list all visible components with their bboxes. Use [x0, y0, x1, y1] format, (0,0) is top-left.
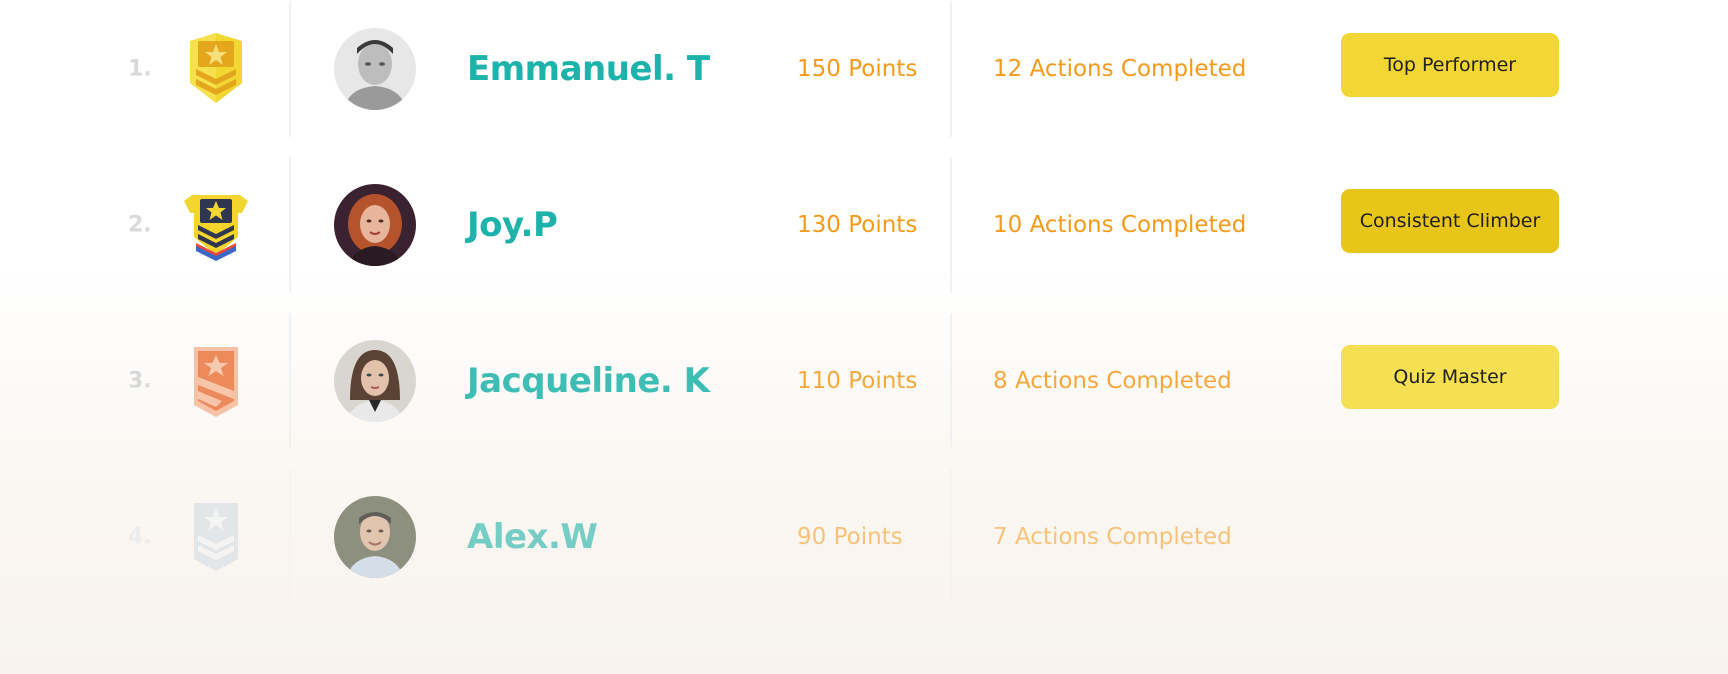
column-divider [289, 469, 291, 605]
tag-top-performer-button[interactable]: Top Performer [1341, 33, 1559, 97]
avatar [334, 184, 416, 266]
column-divider [950, 313, 952, 449]
points-value: 110 Points [797, 368, 918, 394]
silver-star-chevron-badge-icon [182, 499, 250, 575]
member-name: Alex.W [467, 517, 598, 557]
gold-star-chevron-badge-icon [182, 31, 250, 107]
tag-quiz-master-button[interactable]: Quiz Master [1341, 345, 1559, 409]
column-divider [289, 157, 291, 293]
member-name: Jacqueline. K [467, 361, 710, 401]
points-value: 150 Points [797, 56, 918, 82]
actions-completed: 10 Actions Completed [993, 212, 1247, 238]
bronze-star-shield-badge-icon [182, 343, 250, 419]
column-divider [950, 157, 952, 293]
leaderboard-row: 4. Alex.W 90 Points 7 Actions Completed [0, 469, 1728, 605]
actions-completed: 8 Actions Completed [993, 368, 1232, 394]
leaderboard-row: 2. Joy.P 130 Points 10 Actions Completed… [0, 157, 1728, 293]
column-divider [950, 469, 952, 605]
member-name: Joy.P [467, 205, 558, 245]
rank-number: 3. [128, 368, 152, 394]
avatar [334, 28, 416, 110]
gold-navy-star-chevron-badge-icon [182, 187, 250, 263]
column-divider [950, 1, 952, 137]
rank-number: 4. [128, 524, 152, 550]
actions-completed: 7 Actions Completed [993, 524, 1232, 550]
avatar [334, 496, 416, 578]
points-value: 90 Points [797, 524, 903, 550]
leaderboard-row: 1. Emmanuel. T 150 Points 12 Actions Com… [0, 1, 1728, 137]
column-divider [289, 313, 291, 449]
rank-number: 1. [128, 56, 152, 82]
rank-number: 2. [128, 212, 152, 238]
avatar [334, 340, 416, 422]
column-divider [289, 1, 291, 137]
member-name: Emmanuel. T [467, 49, 710, 89]
leaderboard-row: 3. Jacqueline. K 110 Points 8 Actions Co… [0, 313, 1728, 449]
leaderboard: 1. Emmanuel. T 150 Points 12 Actions Com… [0, 0, 1728, 674]
tag-consistent-climber-button[interactable]: Consistent Climber [1341, 189, 1559, 253]
points-value: 130 Points [797, 212, 918, 238]
actions-completed: 12 Actions Completed [993, 56, 1247, 82]
